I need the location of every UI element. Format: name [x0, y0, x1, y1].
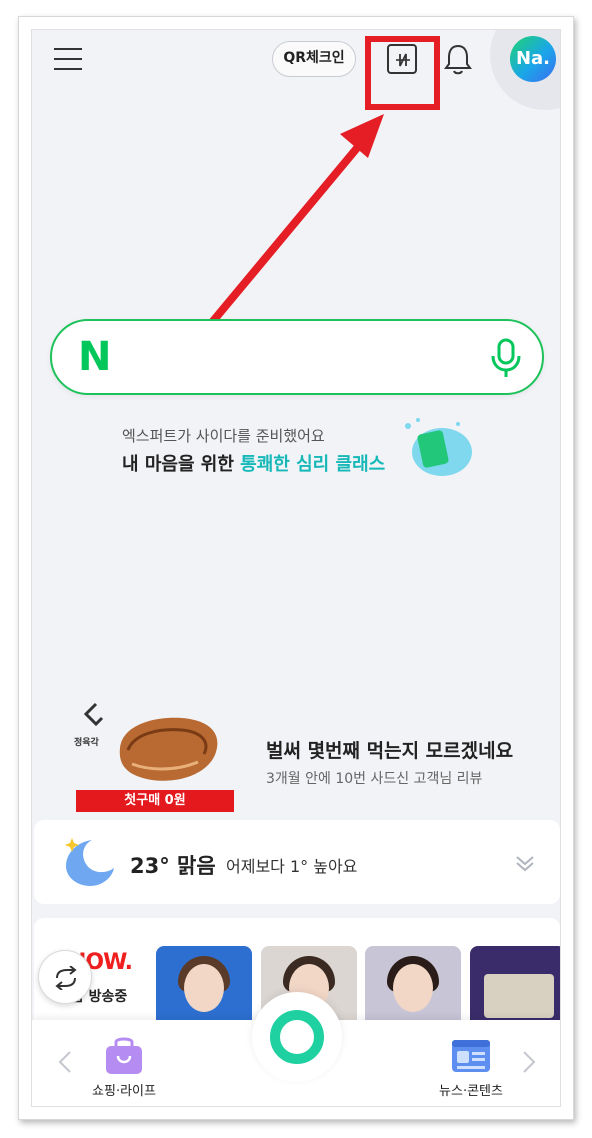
weather-comparison: 어제보다 1° 높아요: [226, 857, 358, 876]
screenshot-frame: QR체크인 Na. N 엑스퍼트가 사이다를 준비했어요 내 마음을 위한 통쾌…: [18, 16, 574, 1120]
naver-app-screen: QR체크인 Na. N 엑스퍼트가 사이다를 준비했어요 내 마음을 위한 통쾌…: [31, 29, 561, 1107]
shopping-bag-icon: [106, 1037, 142, 1074]
promo-badge-icon[interactable]: [398, 416, 478, 482]
weather-temperature: 23° 맑음: [130, 854, 216, 878]
promo-title[interactable]: 내 마음을 위한 통쾌한 심리 클래스: [122, 450, 385, 476]
weather-card[interactable]: 23° 맑음 어제보다 1° 높아요: [34, 820, 560, 904]
bell-icon[interactable]: [442, 43, 474, 77]
chevron-down-icon[interactable]: [514, 852, 536, 874]
naver-pay-icon[interactable]: [387, 44, 417, 74]
share-icon: [55, 966, 77, 990]
chevron-left-icon[interactable]: [58, 1050, 72, 1074]
promo-subtitle[interactable]: 엑스퍼트가 사이다를 준비했어요: [122, 425, 325, 446]
avatar[interactable]: Na.: [510, 36, 556, 82]
naver-logo: N: [78, 334, 112, 380]
brand-logo-icon: [83, 702, 104, 727]
green-dot-button[interactable]: [258, 998, 336, 1076]
chevron-right-icon[interactable]: [522, 1050, 536, 1074]
promo-title-prefix: 내 마음을 위한: [122, 454, 241, 475]
qr-checkin-button[interactable]: QR체크인: [272, 41, 356, 77]
promo-title-highlight: 통쾌한 심리 클래스: [240, 454, 386, 475]
nav-label-shopping: 쇼핑·라이프: [92, 1084, 156, 1099]
ad-brand: 정육각: [74, 738, 99, 748]
nav-label-news: 뉴스·콘텐츠: [439, 1084, 503, 1099]
moon-icon: [65, 838, 114, 886]
ad-subtitle[interactable]: 3개월 안에 10번 사드신 고객님 리뷰: [266, 768, 482, 788]
first-purchase-badge[interactable]: 첫구매 0원: [76, 790, 234, 812]
search-bar[interactable]: N: [50, 319, 544, 395]
mic-icon[interactable]: [488, 337, 524, 379]
ad-title[interactable]: 벌써 몇번째 먹는지 모르겠네요: [266, 736, 513, 763]
nav-shopping-life[interactable]: 쇼핑·라이프: [84, 1032, 164, 1102]
news-icon: [452, 1040, 490, 1072]
nav-news-content[interactable]: 뉴스·콘텐츠: [426, 1032, 516, 1102]
meat-image[interactable]: [112, 708, 224, 788]
share-button[interactable]: [38, 950, 92, 1004]
menu-icon[interactable]: [54, 47, 82, 70]
